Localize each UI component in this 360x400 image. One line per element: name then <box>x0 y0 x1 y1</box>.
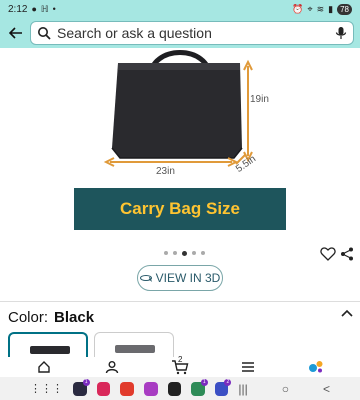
status-right: ⏰ ⌖ ≋ ▮ 78 <box>292 3 352 15</box>
color-swatch-grey[interactable] <box>94 332 174 358</box>
carousel-dot-active[interactable] <box>182 250 187 256</box>
carousel-dots <box>164 250 205 256</box>
nav-menu[interactable] <box>228 358 268 376</box>
heart-icon[interactable] <box>320 246 336 262</box>
back-button[interactable] <box>6 22 26 44</box>
rufus-icon <box>309 361 323 373</box>
app-4-icon[interactable] <box>143 381 158 396</box>
rotate-3d-icon <box>139 275 152 282</box>
notification-icon: ● <box>31 4 37 14</box>
dimension-width-label: 23in <box>156 166 175 177</box>
page: 2:12 ● ℍ • ⏰ ⌖ ≋ ▮ 78 Search or ask a qu… <box>0 0 360 400</box>
nav-account[interactable] <box>92 358 132 376</box>
cart-count: 2 <box>178 355 183 364</box>
wifi-icon: ≋ <box>316 3 325 14</box>
size-banner-text: Carry Bag Size <box>120 199 240 218</box>
status-time: 2:12 <box>8 3 28 15</box>
search-icon <box>38 27 51 40</box>
menu-icon <box>242 362 254 372</box>
view-in-3d-button[interactable]: VIEW IN 3D <box>137 265 223 291</box>
app-1-badge: 1 <box>82 378 90 386</box>
system-controls: ||| ○ < <box>238 382 330 396</box>
nav-cart[interactable]: 2 <box>160 355 200 376</box>
search-input[interactable]: Search or ask a question <box>30 21 354 45</box>
color-label: Color: <box>8 309 49 326</box>
home-icon <box>38 361 50 373</box>
app-3-icon[interactable] <box>120 381 134 396</box>
app-7-badge: 2 <box>224 378 232 386</box>
swatch-image <box>115 345 155 353</box>
size-banner: Carry Bag Size <box>74 188 286 230</box>
chevron-up-icon[interactable] <box>340 307 354 319</box>
battery-icon: 78 <box>337 3 352 15</box>
carry-bag-illustration <box>103 50 253 167</box>
carousel-dot[interactable] <box>201 251 205 255</box>
app-1-icon[interactable]: 1 <box>73 378 90 396</box>
status-left: 2:12 ● ℍ • <box>8 4 56 15</box>
app-7-icon[interactable]: 2 <box>214 378 232 396</box>
dot-icon: • <box>52 4 56 14</box>
app-drawer-icon[interactable]: ⋮⋮⋮ <box>30 382 63 395</box>
search-placeholder: Search or ask a question <box>57 25 212 41</box>
nav-rufus[interactable] <box>296 358 336 376</box>
nav-home[interactable] <box>24 358 64 376</box>
location-icon: ⌖ <box>307 3 313 14</box>
back-nav-icon[interactable]: < <box>323 382 330 396</box>
search-header: Search or ask a question <box>0 18 360 48</box>
hinge-icon: ℍ <box>40 3 49 14</box>
signal-icon: ▮ <box>328 3 334 14</box>
status-bar: 2:12 ● ℍ • ⏰ ⌖ ≋ ▮ 78 <box>0 0 360 18</box>
home-button-icon[interactable]: ○ <box>282 382 289 396</box>
swatch-image <box>30 346 70 354</box>
alarm-icon: ⏰ <box>292 3 304 14</box>
microphone-icon[interactable] <box>335 26 347 40</box>
bottom-navigation: 2 <box>0 355 360 377</box>
app-5-icon[interactable] <box>167 381 182 396</box>
section-divider <box>0 301 360 302</box>
app-6-icon[interactable]: 1 <box>191 378 208 396</box>
carousel-dot[interactable] <box>164 251 168 255</box>
recents-icon[interactable]: ||| <box>238 382 247 396</box>
color-selector-header: Color: Black <box>8 309 94 326</box>
color-value: Black <box>54 309 95 326</box>
carousel-dot[interactable] <box>173 251 177 255</box>
app-2-icon[interactable] <box>96 381 111 396</box>
dimension-height-label: 19in <box>250 94 269 105</box>
carousel-dot[interactable] <box>192 251 196 255</box>
back-arrow-icon <box>9 27 22 39</box>
product-image[interactable]: 19in 23in 5.5in Carry Bag Size <box>0 48 360 240</box>
share-icon[interactable] <box>340 247 354 261</box>
system-bar: ⋮⋮⋮ 1 1 2 ||| ○ < <box>0 377 360 400</box>
account-icon <box>105 361 119 374</box>
color-swatch-black[interactable] <box>8 332 88 358</box>
view-in-3d-label: VIEW IN 3D <box>155 271 221 285</box>
app-6-badge: 1 <box>200 378 208 386</box>
